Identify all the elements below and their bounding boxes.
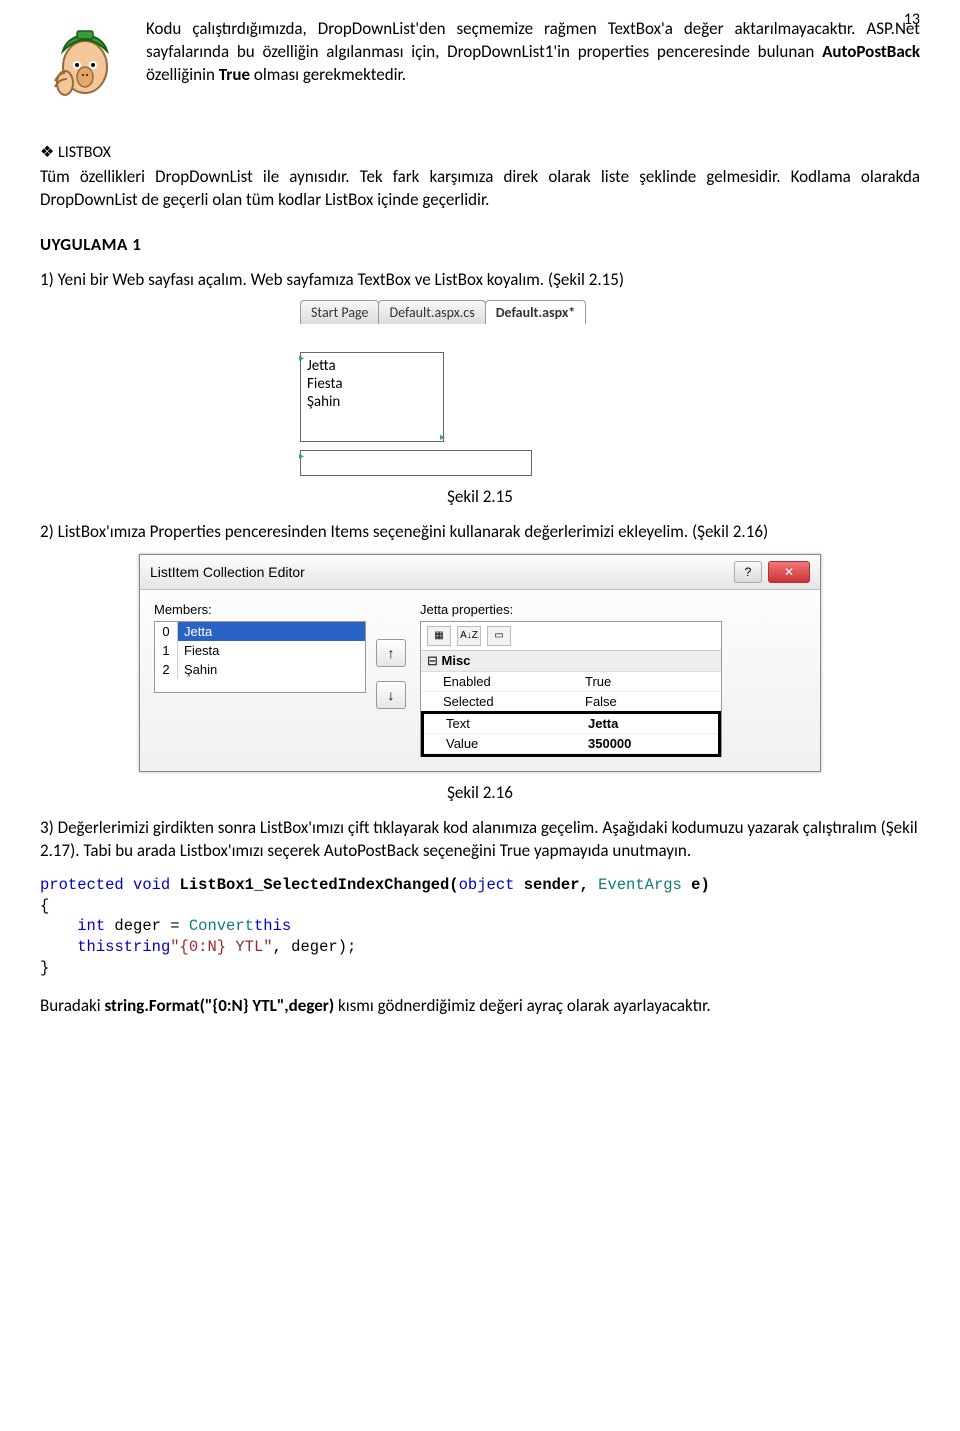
move-down-button[interactable]: ↓ (376, 681, 406, 709)
intro-paragraph: Kodu çalıştırdığımızda, DropDownList'den… (146, 18, 920, 128)
property-grid[interactable]: ▦ A↓Z ▭ Misc EnabledTrue SelectedFalse T… (420, 621, 722, 757)
member-row[interactable]: 0Jetta (155, 622, 365, 641)
member-row[interactable]: 1Fiesta (155, 641, 365, 660)
close-button[interactable]: ✕ (768, 561, 810, 583)
categorized-icon[interactable]: ▦ (427, 626, 451, 646)
dialog-title: ListItem Collection Editor (150, 564, 305, 580)
listbox-paragraph: Tüm özellikleri DropDownList ile aynısıd… (40, 166, 920, 212)
uygulama1-heading: UYGULAMA 1 (40, 234, 920, 255)
members-listbox[interactable]: 0Jetta 1Fiesta 2Şahin (154, 621, 366, 693)
move-up-button[interactable]: ↑ (376, 639, 406, 667)
step-3: 3) Değerlerimizi girdikten sonra ListBox… (40, 817, 920, 863)
property-category-misc: Misc (421, 651, 721, 672)
listbox-heading: LISTBOX (40, 142, 920, 162)
resize-handle-icon: ▸ (440, 430, 445, 443)
textbox-control[interactable]: ▸ (300, 450, 532, 476)
alphabetical-icon[interactable]: A↓Z (457, 626, 481, 646)
code-block: protected void ListBox1_SelectedIndexCha… (40, 875, 920, 980)
listbox-item: Şahin (307, 393, 437, 411)
figure-2-15-caption: Şekil 2.15 (40, 486, 920, 507)
mascot-image (40, 18, 130, 128)
tab-default-aspx[interactable]: Default.aspx* (485, 300, 587, 324)
listbox-item: Fiesta (307, 375, 437, 393)
vs-tabstrip: Start Page Default.aspx.cs Default.aspx* (300, 300, 920, 324)
step-1: 1) Yeni bir Web sayfası açalım. Web sayf… (40, 269, 920, 292)
figure-2-16-caption: Şekil 2.16 (40, 782, 920, 803)
closing-paragraph: Buradaki string.Format("{0:N} YTL",deger… (40, 995, 920, 1018)
member-row[interactable]: 2Şahin (155, 660, 365, 679)
listbox-control[interactable]: ▸ Jetta Fiesta Şahin ▸ (300, 352, 444, 442)
property-row-selected[interactable]: SelectedFalse (421, 692, 721, 712)
properties-label: Jetta properties: (420, 602, 806, 617)
page-number: 13 (904, 10, 920, 29)
step-2: 2) ListBox'ımıza Properties penceresinde… (40, 521, 920, 544)
property-row-enabled[interactable]: EnabledTrue (421, 672, 721, 692)
property-row-value[interactable]: Value350000 (424, 734, 718, 754)
designer-surface: ▸ Jetta Fiesta Şahin ▸ ▸ (300, 352, 920, 476)
listbox-item: Jetta (307, 357, 437, 375)
members-label: Members: (154, 602, 406, 617)
property-row-text[interactable]: TextJetta (424, 714, 718, 734)
tab-default-cs[interactable]: Default.aspx.cs (378, 300, 485, 324)
tab-start-page[interactable]: Start Page (300, 300, 379, 324)
smart-tag-icon: ▸ (299, 449, 304, 462)
help-button[interactable]: ? (734, 561, 762, 583)
listitem-collection-editor-dialog: ListItem Collection Editor ? ✕ Members: … (139, 554, 821, 772)
smart-tag-icon: ▸ (299, 351, 304, 364)
property-pages-icon[interactable]: ▭ (487, 626, 511, 646)
